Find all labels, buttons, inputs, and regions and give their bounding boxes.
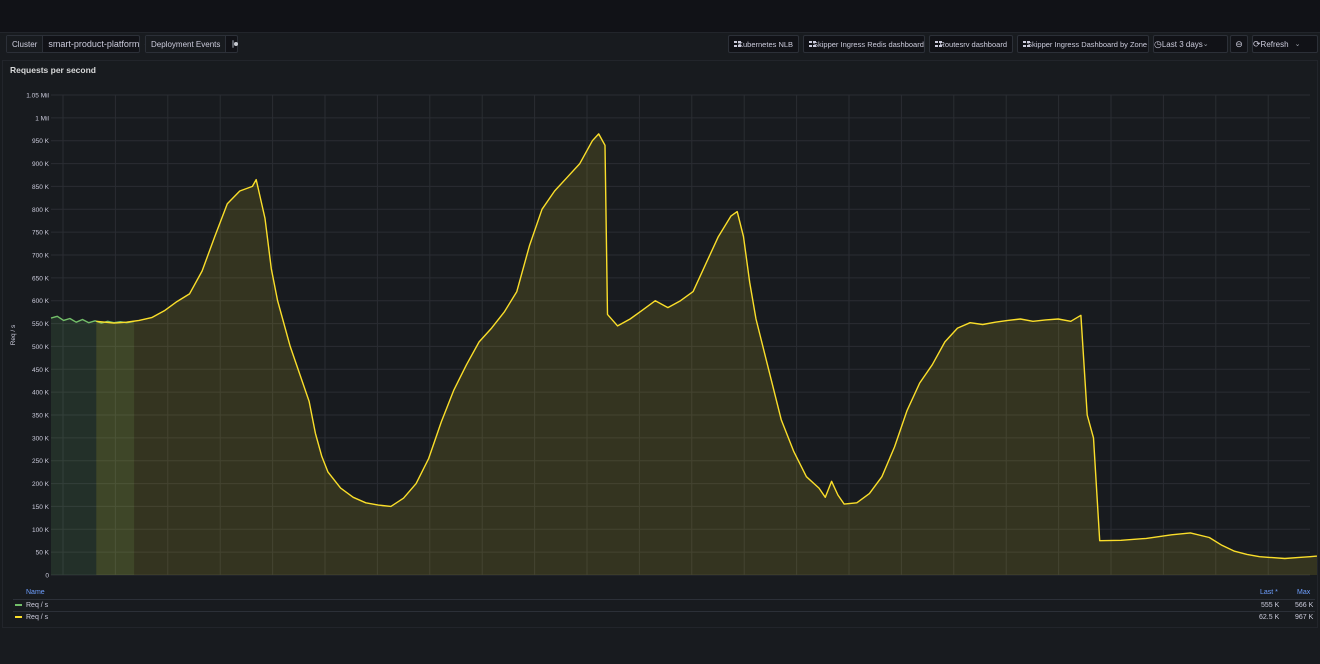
panel-title: Requests per second [10,65,96,75]
y-tick-label: 750 K [32,230,50,237]
legend-header: Name Last * Max [13,587,1315,599]
deployment-events-toggle[interactable] [232,40,239,48]
series-area [96,133,1317,575]
link-label: Skipper Ingress Redis dashboard [813,39,924,49]
y-tick-label: 0 [45,573,49,580]
deployment-events-variable[interactable]: Deployment Events [145,35,239,53]
y-tick-label: 300 K [32,435,50,442]
chevron-down-icon: ⌄ [1294,41,1301,48]
zoom-out-icon: ⊖ [1235,38,1243,49]
y-tick-label: 400 K [32,390,50,397]
legend-name-header[interactable]: Name [26,589,45,596]
legend-last-value: 62.5 K [1259,614,1280,621]
y-tick-label: 950 K [32,138,50,145]
link-kubernetes-nlb[interactable]: Kubernetes NLB [728,35,799,53]
cluster-variable[interactable]: Cluster smart-product-platform ⌄ [6,35,149,53]
time-range-picker[interactable]: ◷ Last 3 days ⌄ [1153,35,1228,53]
legend-series-name: Req / s [26,614,49,621]
top-nav-bar [0,0,1320,33]
legend-max-value: 566 K [1295,602,1314,609]
cluster-select[interactable]: smart-product-platform ⌄ [43,39,154,49]
page-footer-area [0,628,1320,664]
link-label: Kubernetes NLB [738,39,794,49]
y-tick-label: 200 K [32,481,50,488]
link-label: Routesrv dashboard [939,39,1007,49]
cluster-value: smart-product-platform [48,39,140,49]
y-tick-label: 50 K [36,550,50,557]
y-tick-label: 250 K [32,458,50,465]
y-tick-label: 1 Mil [35,115,49,122]
y-tick-label: 100 K [32,527,50,534]
legend-max-value: 967 K [1295,614,1314,621]
requests-per-second-panel: 0 50 K 100 K 150 K 200 K 250 K 300 K 350 K 400 K… [2,60,1318,628]
requests-chart: 0 50 K 100 K 150 K 200 K 250 K 300 K 350 K 400 K… [10,93,1317,580]
y-tick-label: 850 K [32,184,50,191]
y-tick-label: 1.05 Mil [26,93,49,100]
refresh-button[interactable]: ⟳ Refresh ⌄ [1252,35,1318,53]
legend-last-header[interactable]: Last * [1260,589,1278,596]
link-skipper-ingress-by-zone[interactable]: Skipper Ingress Dashboard by Zone [1017,35,1149,53]
legend-last-value: 555 K [1261,602,1280,609]
y-axis-label: Req / s [10,324,17,345]
cluster-label: Cluster [7,36,44,52]
zoom-out-button[interactable]: ⊖ [1230,35,1248,53]
y-tick-label: 550 K [32,321,50,328]
y-tick-label: 350 K [32,413,50,420]
y-tick-label: 700 K [32,253,50,260]
time-range-value: Last 3 days [1161,39,1203,49]
legend-row[interactable]: Req / s 62.5 K 967 K [13,611,1315,624]
refresh-label: Refresh [1260,39,1289,49]
legend-series-name: Req / s [26,602,49,609]
y-tick-label: 650 K [32,275,50,282]
link-label: Skipper Ingress Dashboard by Zone [1027,39,1148,49]
y-tick-label: 450 K [32,367,50,374]
series-color-swatch [15,604,22,607]
chevron-down-icon: ⌄ [1202,41,1209,48]
y-tick-label: 600 K [32,298,50,305]
refresh-icon: ⟳ [1253,38,1261,49]
y-tick-label: 150 K [32,504,50,511]
deployment-events-label: Deployment Events [146,36,227,52]
dashboard-controls: Cluster smart-product-platform ⌄ Deploym… [0,32,1320,56]
y-tick-label: 900 K [32,161,50,168]
legend-max-header[interactable]: Max [1297,589,1310,596]
y-tick-label: 800 K [32,207,50,214]
link-routesrv-dashboard[interactable]: Routesrv dashboard [929,35,1013,53]
y-tick-label: 500 K [32,344,50,351]
link-skipper-ingress-redis[interactable]: Skipper Ingress Redis dashboard [803,35,925,53]
clock-icon: ◷ [1154,38,1162,49]
series-color-swatch [15,616,22,619]
